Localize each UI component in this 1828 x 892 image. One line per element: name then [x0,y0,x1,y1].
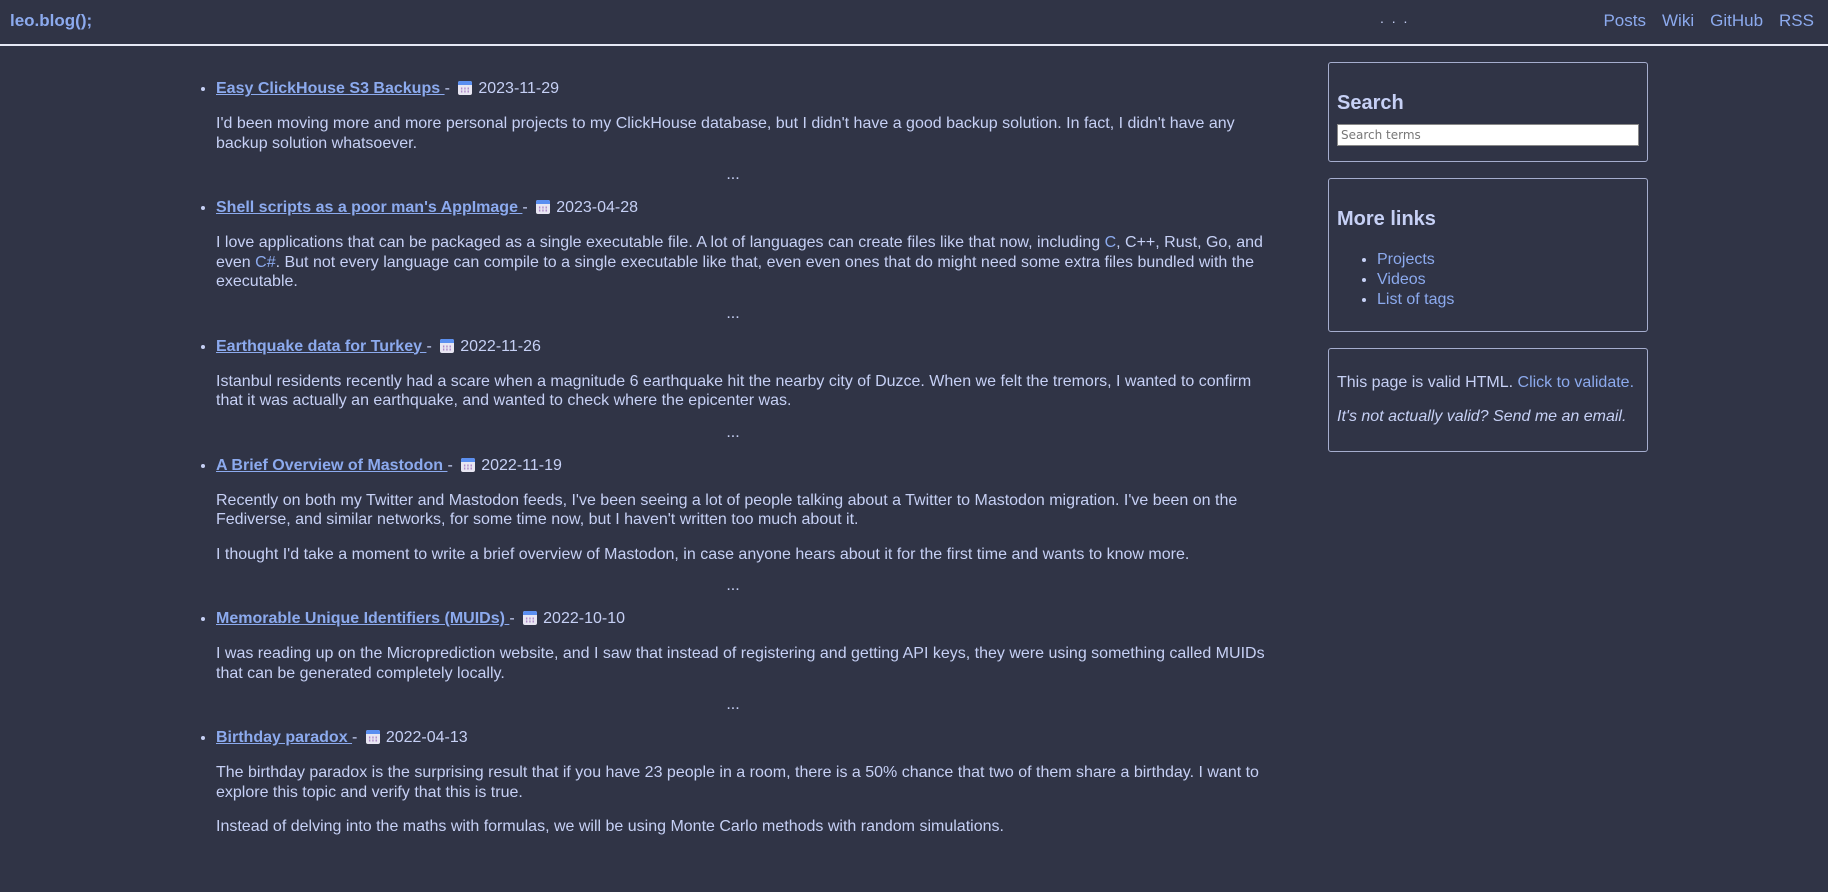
read-more-ellipsis: ... [726,577,740,594]
post-header: Shell scripts as a poor man's AppImage -… [216,197,1268,219]
calendar-icon [440,338,455,353]
calendar-icon [536,200,551,214]
post-item: Easy ClickHouse S3 Backups - 2023-11-29 … [216,78,1268,187]
post-date: 2023-04-28 [556,199,639,216]
post-item: Memorable Unique Identifiers (MUIDs) - 2… [216,608,1268,717]
separator: - [426,337,437,355]
post-date: 2022-10-10 [543,610,625,627]
nav-posts[interactable]: Posts [1603,10,1646,31]
read-more-ellipsis: ... [726,423,740,441]
calendar-icon [365,730,380,744]
separator: - [447,456,458,474]
post-header: Birthday paradox - 2022-04-13 [216,727,1268,749]
main-nav: Posts Wiki GitHub RSS [1603,10,1814,31]
validation-note-text: It's not actually valid? Send me an emai… [1337,408,1627,425]
separator: - [352,729,362,746]
post-header: Memorable Unique Identifiers (MUIDs) - 2… [216,608,1268,630]
read-more-ellipsis: ... [726,166,740,183]
more-links-item: List of tags [1377,290,1639,310]
more-links-heading: More links [1337,208,1436,230]
link-c[interactable]: C [1105,234,1117,251]
link-csharp[interactable]: C# [255,254,275,271]
search-box: Search [1328,62,1648,162]
more-links-box: More links Projects Videos List of tags [1328,178,1648,332]
more-links-item: Projects [1377,250,1639,270]
validation-label: This page is valid HTML. [1337,374,1518,391]
post-summary: I love applications that can be packaged… [216,233,1276,292]
post-title-link[interactable]: Memorable Unique Identifiers (MUIDs) [216,610,509,627]
more-links-item: Videos [1377,270,1639,290]
post-summary: I was reading up on the Microprediction … [216,645,1265,682]
post-title-link[interactable]: Easy ClickHouse S3 Backups [216,80,445,97]
post-list: Easy ClickHouse S3 Backups - 2023-11-29 … [198,78,1268,837]
nav-wiki[interactable]: Wiki [1662,10,1694,31]
calendar-icon [523,611,538,625]
more-links-list: Projects Videos List of tags [1337,250,1639,310]
post-title-link[interactable]: Shell scripts as a poor man's AppImage [216,199,522,216]
post-summary: I'd been moving more and more personal p… [216,115,1235,152]
post-item: Earthquake data for Turkey - 2022-11-26 … [216,336,1268,445]
post-list-section: Easy ClickHouse S3 Backups - 2023-11-29 … [198,78,1268,837]
post-date: 2022-04-13 [385,729,468,746]
post-summary: I thought I'd take a moment to write a b… [216,545,1190,563]
post-title-link[interactable]: Birthday paradox [216,729,352,746]
link-projects[interactable]: Projects [1377,251,1435,268]
post-title-link[interactable]: Earthquake data for Turkey [216,338,426,355]
post-summary: Recently on both my Twitter and Mastodon… [216,491,1238,529]
top-navbar: leo.blog(); . . . Posts Wiki GitHub RSS [0,0,1828,46]
post-summary: Istanbul residents recently had a scare … [216,372,1252,410]
separator: - [522,199,533,216]
post-item: Birthday paradox - 2022-04-13 The birthd… [216,727,1268,837]
nav-rss[interactable]: RSS [1779,10,1814,31]
validate-link[interactable]: Click to validate. [1518,374,1635,391]
post-header: Earthquake data for Turkey - 2022-11-26 [216,336,1268,358]
post-header: A Brief Overview of Mastodon - 2022-11-1… [216,455,1268,477]
sidebar: Search More links Projects Videos List o… [1328,62,1648,468]
separator: - [509,610,520,627]
post-title-link[interactable]: A Brief Overview of Mastodon [216,457,447,474]
more-dots: . . . [1380,10,1410,26]
calendar-icon [461,457,476,472]
validation-box: This page is valid HTML. Click to valida… [1328,348,1648,452]
summary-text: . But not every language can compile to … [216,253,1254,291]
link-list-of-tags[interactable]: List of tags [1377,291,1454,308]
link-videos[interactable]: Videos [1377,271,1426,288]
validation-text: This page is valid HTML. Click to valida… [1337,373,1639,393]
site-brand-link[interactable]: leo.blog(); [10,10,92,31]
post-date: 2023-11-29 [478,80,559,97]
calendar-icon [458,81,473,95]
search-heading: Search [1337,92,1404,114]
post-date: 2022-11-19 [481,456,562,474]
post-date: 2022-11-26 [460,337,541,355]
summary-text: I love applications that can be packaged… [216,234,1105,251]
post-summary: Instead of delving into the maths with f… [216,818,1004,835]
post-item: A Brief Overview of Mastodon - 2022-11-1… [216,455,1268,599]
read-more-ellipsis: ... [726,304,740,322]
post-header: Easy ClickHouse S3 Backups - 2023-11-29 [216,78,1268,100]
separator: - [444,80,455,97]
validation-note: It's not actually valid? Send me an emai… [1337,407,1639,427]
read-more-ellipsis: ... [726,696,740,713]
post-summary: The birthday paradox is the surprising r… [216,764,1259,801]
post-item: Shell scripts as a poor man's AppImage -… [216,197,1268,326]
search-input[interactable] [1337,124,1639,146]
nav-github[interactable]: GitHub [1710,10,1763,31]
